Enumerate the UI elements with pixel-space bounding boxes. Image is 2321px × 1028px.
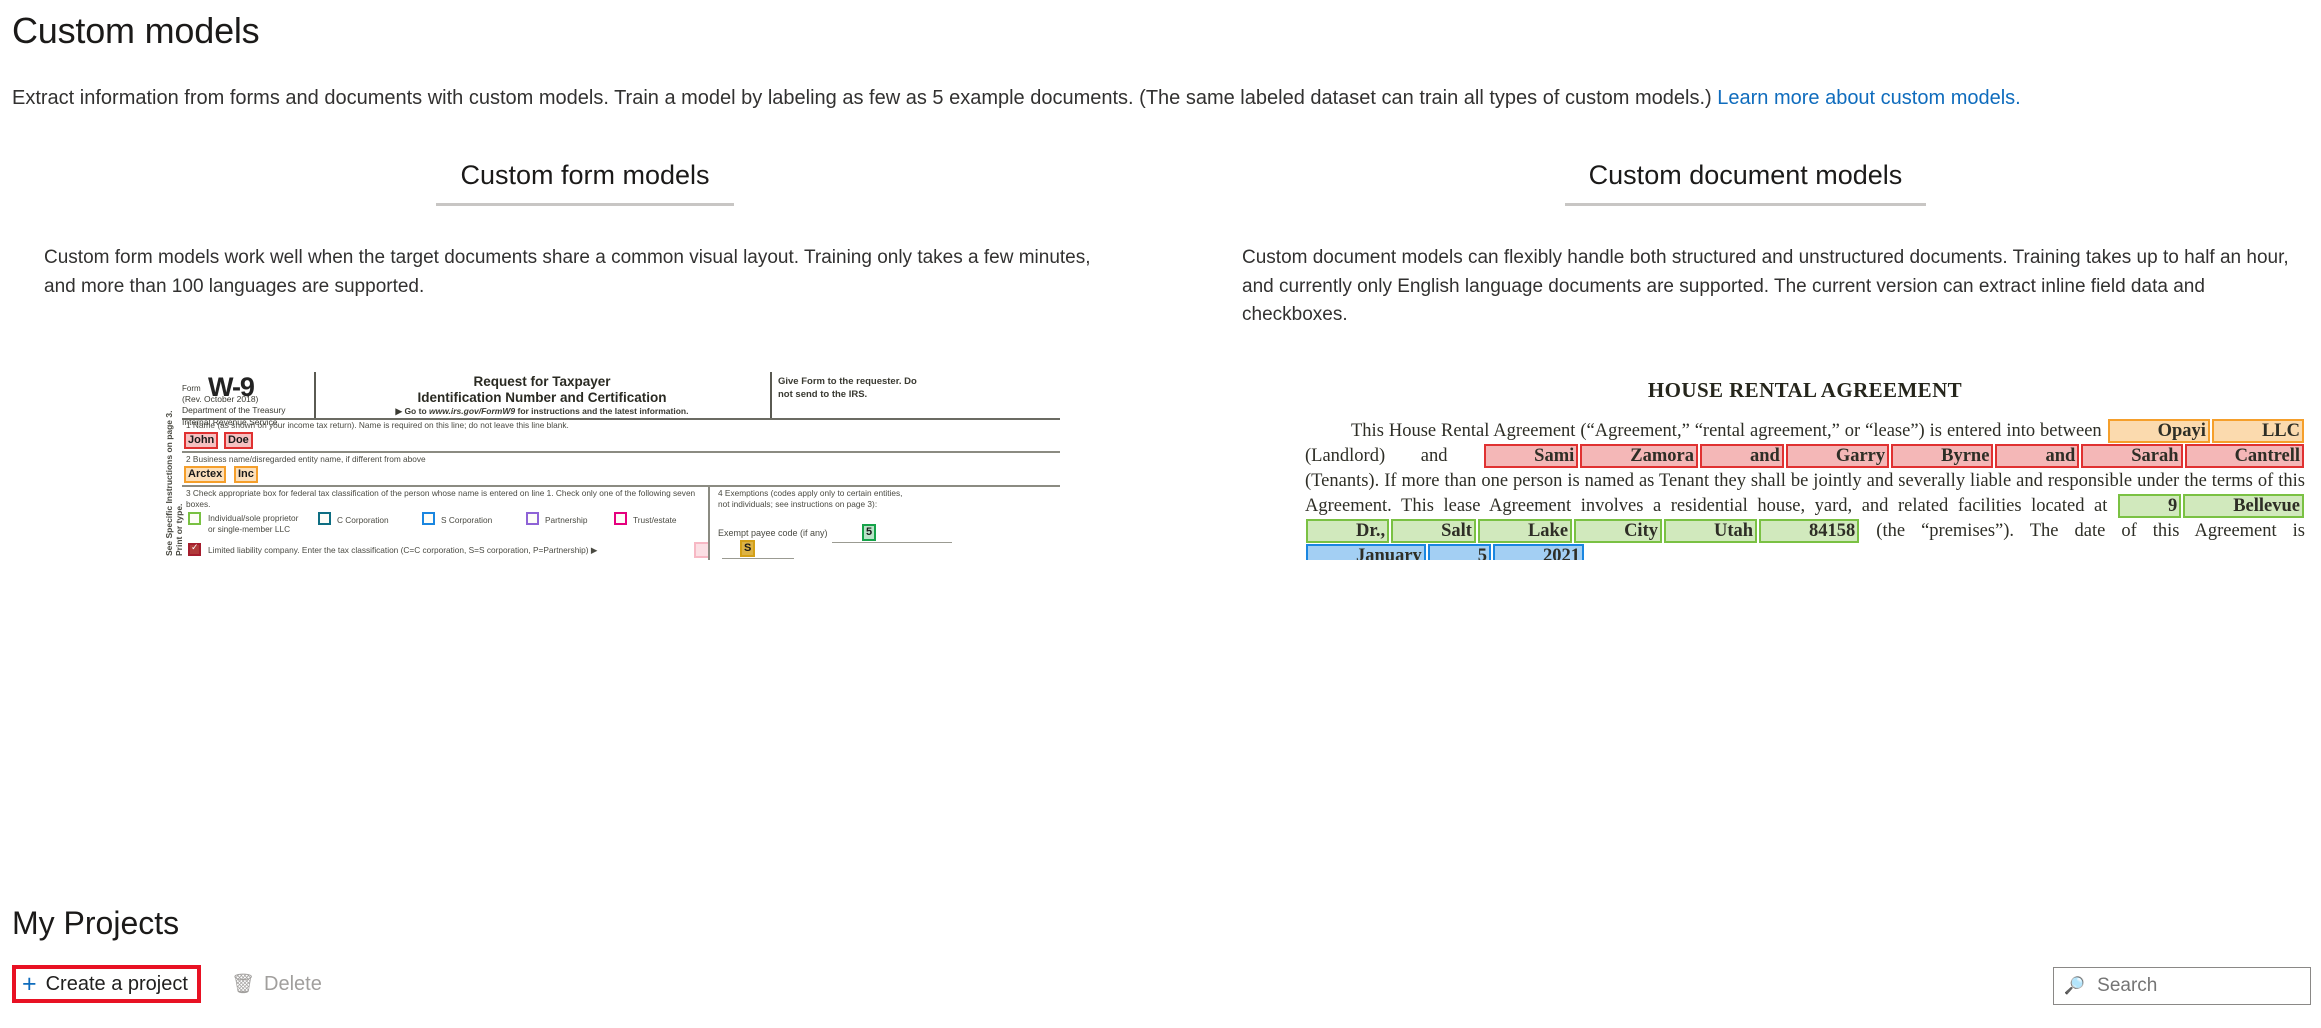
delete-label: Delete bbox=[264, 972, 322, 995]
rental-label-box-address-5: Lake bbox=[1477, 519, 1573, 543]
w9-title-line1: Request for Taxpayer bbox=[473, 374, 611, 389]
w9-line1-label: 1 Name (as shown on your income tax retu… bbox=[186, 420, 569, 430]
w9-header-divider-1 bbox=[314, 372, 316, 418]
plus-icon: + bbox=[22, 970, 37, 998]
rental-label-box-date-year: 2021 bbox=[1493, 544, 1585, 560]
w9-label-box-business-suffix: Inc bbox=[234, 466, 258, 483]
w9-label-box-name-last: Doe bbox=[224, 432, 253, 449]
w9-exempt-underline bbox=[832, 542, 952, 543]
custom-document-models-heading: Custom document models bbox=[1170, 160, 2321, 218]
w9-line4-label: 4 Exemptions (codes apply only to certai… bbox=[718, 488, 903, 509]
custom-document-models-column: Custom document models Custom document m… bbox=[1170, 160, 2321, 330]
rental-label-box-tenant-2: Zamora bbox=[1580, 444, 1698, 468]
rental-label-box-address-1: 9 bbox=[2117, 494, 2182, 518]
w9-checkbox-s-corporation[interactable] bbox=[422, 512, 435, 525]
search-box[interactable]: 🔍 bbox=[2053, 967, 2311, 1005]
rental-label-box-address-2: Bellevue bbox=[2183, 494, 2304, 518]
w9-label-box-name-first: John bbox=[184, 432, 219, 449]
w9-goto-suffix: for instructions and the latest informat… bbox=[515, 406, 689, 416]
w9-column-divider bbox=[708, 486, 710, 560]
w9-label-box-business-name: Arctex bbox=[184, 466, 227, 483]
learn-more-link[interactable]: Learn more about custom models. bbox=[1717, 87, 2021, 109]
page-title: Custom models bbox=[12, 10, 260, 51]
custom-models-page: Custom models Extract information from f… bbox=[0, 0, 2321, 1028]
w9-fatca-label: Exemption from FATCA reporting code (if … bbox=[718, 558, 904, 560]
w9-sidebar: Print or type. See Specific Instructions… bbox=[160, 411, 184, 560]
search-input[interactable] bbox=[2095, 974, 2300, 998]
rental-label-box-date-day: 5 bbox=[1427, 544, 1492, 560]
w9-form-word: Form bbox=[182, 384, 201, 393]
custom-form-models-heading-text: Custom form models bbox=[436, 160, 734, 206]
rental-label-box-tenant-5: Sarah bbox=[2081, 444, 2183, 468]
w9-label-box-exempt-payee-code: 5 bbox=[862, 524, 877, 541]
rental-p1-text-a: This House Rental Agreement (“Agreement,… bbox=[1351, 421, 2107, 441]
w9-label-box-llc-classification: S bbox=[740, 540, 756, 557]
rental-label-box-tenant-4: Byrne bbox=[1891, 444, 1994, 468]
rental-p1-text-b: (Landlord) and bbox=[1305, 446, 1484, 466]
w9-checkbox-c-corporation-label: C Corporation bbox=[337, 515, 389, 525]
rental-p1-text-d: (the “premises”). The date of this Agree… bbox=[1860, 521, 2305, 541]
w9-title: Request for Taxpayer Identification Numb… bbox=[322, 374, 762, 407]
w9-line3-label: 3 Check appropriate box for federal tax … bbox=[186, 488, 696, 509]
rental-label-box-address-3: Dr., bbox=[1306, 519, 1390, 543]
rental-label-box-address-6: City bbox=[1574, 519, 1662, 543]
w9-give-form-note: Give Form to the requester. Do not send … bbox=[778, 376, 917, 400]
w9-checkbox-s-corporation-label: S Corporation bbox=[441, 515, 493, 525]
projects-toolbar: + Create a project 🗑 Delete bbox=[12, 964, 330, 1004]
rental-agreement-sample-image: HOUSE RENTAL AGREEMENT This House Rental… bbox=[1295, 372, 2315, 560]
w9-goto-url: www.irs.gov/FormW9 bbox=[429, 406, 516, 416]
rental-label-box-tenant-3: Garry bbox=[1785, 444, 1890, 468]
w9-checkbox-trust-estate[interactable] bbox=[614, 512, 627, 525]
w9-title-line2: Identification Number and Certification bbox=[417, 390, 667, 406]
page-description-text: Extract information from forms and docum… bbox=[12, 87, 1718, 109]
w9-checkbox-llc[interactable] bbox=[188, 542, 201, 556]
rental-label-box-tenant-and-2: and bbox=[1995, 444, 2080, 468]
rental-title: HOUSE RENTAL AGREEMENT bbox=[1647, 378, 1963, 402]
custom-form-models-column: Custom form models Custom form models wo… bbox=[0, 160, 1170, 301]
rental-paragraph-1: This House Rental Agreement (“Agreement,… bbox=[1305, 419, 2305, 560]
w9-checkbox-individual-label: Individual/sole proprietor or single-mem… bbox=[208, 513, 299, 534]
w9-checkbox-llc-label: Limited liability company. Enter the tax… bbox=[208, 545, 598, 555]
w9-header: Form W-9 (Rev. October 2018) Department … bbox=[182, 372, 1060, 427]
w9-checkbox-individual[interactable] bbox=[188, 512, 201, 525]
w9-sidebar-instructions: See Specific Instructions on page 3. bbox=[164, 410, 174, 556]
rental-label-box-tenant-1: Sami bbox=[1484, 444, 1579, 468]
w9-rule-2 bbox=[182, 451, 1060, 453]
rental-label-box-landlord-1: Opayi bbox=[2107, 419, 2210, 443]
w9-checkbox-partnership-label: Partnership bbox=[545, 515, 588, 525]
custom-form-models-description: Custom form models work well when the ta… bbox=[44, 247, 1091, 297]
my-projects-heading: My Projects bbox=[12, 905, 180, 941]
custom-form-models-heading: Custom form models bbox=[0, 160, 1170, 218]
w9-line2-label: 2 Business name/disregarded entity name,… bbox=[186, 454, 426, 464]
w9-department: Department of the Treasury bbox=[182, 405, 286, 416]
w9-checkbox-c-corporation[interactable] bbox=[318, 512, 331, 525]
w9-body: 1 Name (as shown on your income tax retu… bbox=[182, 418, 1060, 560]
custom-document-models-description: Custom document models can flexibly hand… bbox=[1242, 247, 2289, 325]
rental-label-box-address-7: Utah bbox=[1663, 519, 1758, 543]
w9-goto-prefix: ▶ Go to bbox=[395, 406, 429, 416]
delete-button[interactable]: 🗑 Delete bbox=[223, 965, 330, 1003]
rental-label-box-address-8: 84158 bbox=[1759, 519, 1860, 543]
rental-label-box-tenant-6: Cantrell bbox=[2184, 444, 2304, 468]
w9-goto-line: ▶ Go to www.irs.gov/FormW9 for instructi… bbox=[322, 406, 762, 417]
custom-document-models-heading-text: Custom document models bbox=[1564, 160, 1927, 206]
w9-rule-3 bbox=[182, 485, 1060, 487]
create-a-project-button[interactable]: + Create a project bbox=[12, 965, 201, 1003]
w9-checkbox-trust-estate-label: Trust/estate bbox=[633, 515, 677, 525]
trash-icon: 🗑 bbox=[230, 973, 256, 995]
rental-label-box-date-month: January bbox=[1306, 544, 1426, 560]
rental-label-box-address-4: Salt bbox=[1391, 519, 1476, 543]
w9-header-divider-2 bbox=[770, 372, 772, 418]
create-a-project-label: Create a project bbox=[45, 972, 188, 995]
search-icon: 🔍 bbox=[2064, 976, 2086, 995]
w9-revision: (Rev. October 2018) bbox=[182, 394, 259, 404]
rental-label-box-landlord-2: LLC bbox=[2211, 419, 2304, 443]
rental-label-box-tenant-and-1: and bbox=[1699, 444, 1784, 468]
w9-form-sample-image: Print or type. See Specific Instructions… bbox=[160, 372, 1060, 560]
w9-checkbox-partnership[interactable] bbox=[526, 512, 539, 525]
w9-exempt-payee-label: Exempt payee code (if any) bbox=[718, 528, 828, 538]
